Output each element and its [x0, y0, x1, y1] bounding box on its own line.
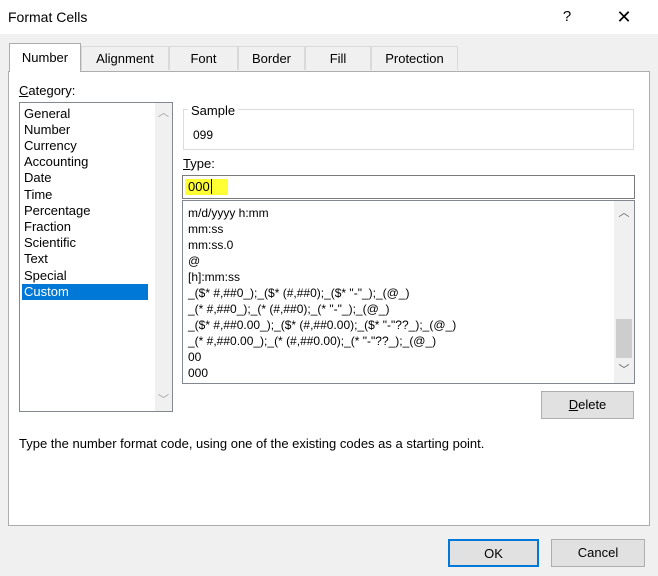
format-item[interactable]: 00 — [188, 349, 201, 365]
tab-fill[interactable]: Fill — [305, 46, 371, 70]
sample-group — [183, 109, 634, 150]
cancel-button[interactable]: Cancel — [551, 539, 645, 567]
category-item-custom[interactable]: Custom — [22, 284, 148, 300]
category-item-text[interactable]: Text — [24, 251, 48, 267]
category-item-scientific[interactable]: Scientific — [24, 235, 76, 251]
format-item[interactable]: mm:ss — [188, 221, 223, 237]
scroll-down-icon[interactable]: ﹀ — [614, 362, 634, 379]
tab-border[interactable]: Border — [238, 46, 305, 70]
category-list[interactable]: General Number Currency Accounting Date … — [19, 102, 173, 412]
window-title: Format Cells — [8, 9, 88, 25]
close-icon[interactable]: ✕ — [604, 4, 644, 30]
format-item[interactable]: [h]:mm:ss — [188, 269, 240, 285]
tab-number[interactable]: Number — [9, 43, 81, 72]
category-item-time[interactable]: Time — [24, 187, 52, 203]
format-item[interactable]: _(* #,##0_);_(* (#,##0);_(* "-"_);_(@_) — [188, 301, 389, 317]
category-item-number[interactable]: Number — [24, 122, 70, 138]
sample-label: Sample — [188, 103, 239, 118]
sample-value: 099 — [193, 128, 214, 142]
category-item-date[interactable]: Date — [24, 170, 51, 186]
type-label: Type: — [183, 156, 215, 171]
ok-button[interactable]: OK — [448, 539, 539, 567]
format-item[interactable]: m/d/yyyy h:mm — [188, 205, 269, 221]
tab-protection[interactable]: Protection — [371, 46, 458, 70]
scrollbar-thumb[interactable] — [616, 319, 632, 358]
category-scrollbar[interactable]: ︿ ﹀ — [155, 103, 172, 411]
format-item[interactable]: mm:ss.0 — [188, 237, 233, 253]
text-caret — [211, 179, 212, 194]
help-icon[interactable]: ? — [558, 8, 576, 25]
scroll-up-icon[interactable]: ︿ — [614, 205, 634, 222]
category-item-general[interactable]: General — [24, 106, 70, 122]
category-item-special[interactable]: Special — [24, 268, 67, 284]
format-item[interactable]: _($* #,##0.00_);_($* (#,##0.00);_($* "-"… — [188, 317, 456, 333]
hint-text: Type the number format code, using one o… — [19, 436, 485, 451]
format-item[interactable]: 000 — [188, 365, 208, 381]
type-input[interactable]: 000 — [182, 175, 635, 199]
format-item[interactable]: @ — [188, 253, 200, 269]
category-item-accounting[interactable]: Accounting — [24, 154, 88, 170]
category-label: Category: — [19, 83, 76, 98]
format-list-scrollbar[interactable]: ︿ ﹀ — [614, 201, 634, 383]
tab-font[interactable]: Font — [169, 46, 238, 70]
format-item[interactable]: _($* #,##0_);_($* (#,##0);_($* "-"_);_(@… — [188, 285, 409, 301]
delete-button[interactable]: Delete — [541, 391, 634, 419]
scroll-down-icon[interactable]: ﹀ — [155, 392, 172, 409]
tab-alignment[interactable]: Alignment — [81, 46, 169, 70]
category-item-percentage[interactable]: Percentage — [24, 203, 91, 219]
scroll-up-icon[interactable]: ︿ — [155, 105, 172, 122]
type-input-value: 000 — [188, 179, 210, 194]
format-code-list[interactable]: m/d/yyyy h:mm mm:ss mm:ss.0 @ [h]:mm:ss … — [182, 200, 635, 384]
format-item[interactable]: _(* #,##0.00_);_(* (#,##0.00);_(* "-"??_… — [188, 333, 436, 349]
category-item-currency[interactable]: Currency — [24, 138, 77, 154]
category-item-fraction[interactable]: Fraction — [24, 219, 71, 235]
